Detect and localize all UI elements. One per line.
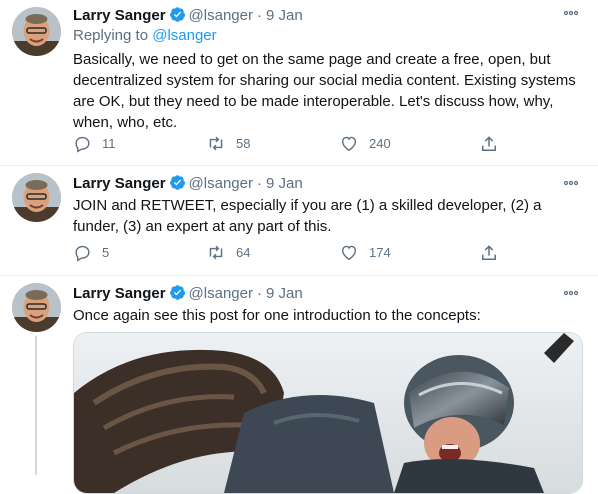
retweet-icon: [206, 243, 236, 262]
retweet-button[interactable]: 58: [206, 134, 250, 153]
separator-dot: ·: [256, 285, 262, 302]
tweet-text: Once again see this post for one introdu…: [73, 307, 481, 324]
tweet-header: Larry Sanger @lsanger · 9 Jan: [73, 6, 303, 26]
reply-icon: [73, 134, 102, 153]
more-icon[interactable]: [562, 284, 580, 302]
share-icon: [479, 134, 509, 154]
share-button[interactable]: [479, 134, 509, 154]
share-button[interactable]: [479, 243, 509, 263]
like-button[interactable]: 240: [339, 134, 391, 153]
verified-badge-icon: [169, 284, 186, 305]
author-handle[interactable]: @lsanger: [189, 285, 253, 302]
like-button[interactable]: 174: [339, 243, 391, 262]
verified-badge-icon: [169, 6, 186, 27]
separator-dot: ·: [256, 7, 262, 24]
retweet-count: 58: [236, 136, 251, 151]
share-icon: [479, 243, 509, 263]
tweet-header: Larry Sanger @lsanger · 9 Jan: [73, 174, 303, 194]
more-icon[interactable]: [562, 4, 580, 22]
tweet-text: JOIN and RETWEET, especially if you are …: [73, 197, 542, 235]
avatar[interactable]: [12, 283, 61, 332]
tweet[interactable]: Larry Sanger @lsanger · 9 Jan JOIN and RET…: [0, 166, 598, 277]
separator-dot: ·: [256, 175, 262, 192]
replying-prefix: Replying to: [73, 27, 153, 44]
more-icon[interactable]: [562, 174, 580, 192]
tweet-actions: 5 64 174: [73, 243, 543, 263]
tweet-date[interactable]: 9 Jan: [266, 7, 303, 24]
verified-badge-icon: [169, 174, 186, 195]
reply-button[interactable]: 11: [73, 134, 116, 153]
reply-count: 5: [102, 245, 110, 260]
like-icon: [339, 243, 369, 262]
author-name[interactable]: Larry Sanger: [73, 7, 166, 24]
author-handle[interactable]: @lsanger: [189, 175, 253, 192]
replying-to: Replying to @lsanger: [73, 27, 217, 44]
like-icon: [339, 134, 369, 153]
tweet-date[interactable]: 9 Jan: [266, 285, 303, 302]
tweet-text: Basically, we need to get on the same pa…: [73, 51, 576, 131]
avatar[interactable]: [12, 7, 61, 56]
retweet-icon: [206, 134, 236, 153]
tweet-media-image[interactable]: [73, 332, 583, 494]
thread-line: [35, 336, 37, 475]
tweet-actions: 11 58 240: [73, 134, 543, 154]
like-count: 174: [369, 245, 391, 260]
like-count: 240: [369, 136, 391, 151]
tweet-date[interactable]: 9 Jan: [266, 175, 303, 192]
replying-handle-link[interactable]: @lsanger: [152, 27, 216, 44]
author-name[interactable]: Larry Sanger: [73, 285, 166, 302]
reply-count: 11: [102, 136, 116, 151]
retweet-button[interactable]: 64: [206, 243, 250, 262]
reply-icon: [73, 243, 102, 262]
avatar[interactable]: [12, 173, 61, 222]
tweet[interactable]: Larry Sanger @lsanger · 9 Jan Replying to …: [0, 0, 598, 166]
author-name[interactable]: Larry Sanger: [73, 175, 166, 192]
author-handle[interactable]: @lsanger: [189, 7, 253, 24]
reply-button[interactable]: 5: [73, 243, 109, 262]
retweet-count: 64: [236, 245, 251, 260]
tweet-header: Larry Sanger @lsanger · 9 Jan: [73, 284, 303, 304]
